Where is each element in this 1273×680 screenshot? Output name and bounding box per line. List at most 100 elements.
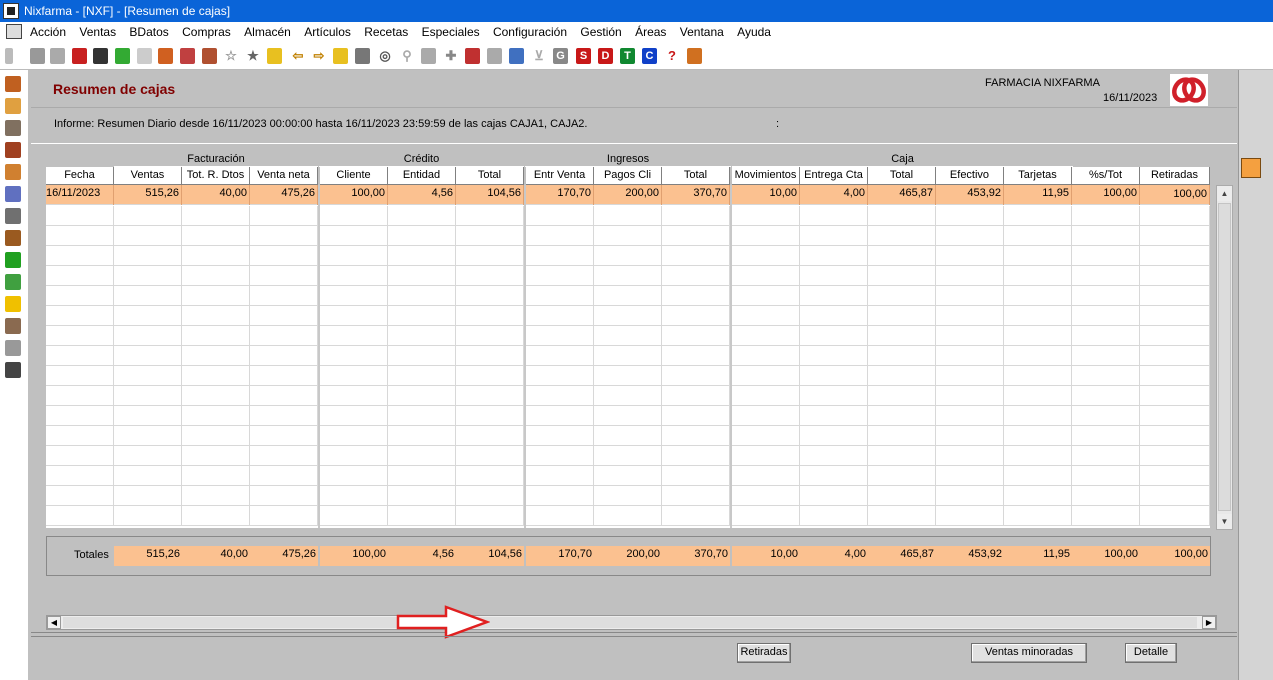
previous-icon[interactable]: ⇦: [290, 48, 306, 64]
table-cell[interactable]: [800, 306, 868, 326]
table-cell[interactable]: [732, 286, 800, 306]
table-cell[interactable]: [182, 226, 250, 246]
table-cell[interactable]: [732, 246, 800, 266]
table-cell[interactable]: [1140, 346, 1210, 366]
tools-icon[interactable]: [5, 208, 21, 224]
d-icon[interactable]: D: [598, 48, 613, 64]
table-cell[interactable]: [662, 206, 730, 226]
table-cell[interactable]: [250, 446, 318, 466]
menu-ayuda[interactable]: Ayuda: [737, 25, 771, 39]
table-cell[interactable]: [868, 406, 936, 426]
table-cell[interactable]: [388, 506, 456, 526]
table-cell[interactable]: [114, 506, 182, 526]
table-cell[interactable]: [1140, 486, 1210, 506]
pill-icon[interactable]: [5, 186, 21, 202]
table-cell[interactable]: [456, 226, 524, 246]
table-cell[interactable]: [388, 206, 456, 226]
s-icon[interactable]: S: [576, 48, 591, 64]
table-cell[interactable]: [250, 326, 318, 346]
table-cell[interactable]: [526, 426, 594, 446]
table-cell[interactable]: [732, 466, 800, 486]
cell-efectivo[interactable]: 453,92: [936, 185, 1004, 205]
col-credito-total[interactable]: Total: [456, 167, 524, 185]
table-cell[interactable]: [250, 206, 318, 226]
table-cell[interactable]: [388, 226, 456, 246]
table-cell[interactable]: [182, 386, 250, 406]
table-cell[interactable]: [114, 226, 182, 246]
table-cell[interactable]: [526, 366, 594, 386]
search-icon[interactable]: ◎: [377, 48, 393, 64]
table-row[interactable]: [46, 506, 1210, 526]
col-ventas[interactable]: Ventas: [114, 167, 182, 185]
table-cell[interactable]: [868, 386, 936, 406]
table-cell[interactable]: [114, 386, 182, 406]
scroll-left-icon[interactable]: ◀: [47, 616, 61, 629]
table-cell[interactable]: [182, 266, 250, 286]
table-cell[interactable]: [1072, 426, 1140, 446]
layers-icon[interactable]: [421, 48, 436, 64]
table-cell[interactable]: [936, 306, 1004, 326]
table-cell[interactable]: [868, 226, 936, 246]
table-row[interactable]: [46, 266, 1210, 286]
table-cell[interactable]: [250, 226, 318, 246]
cell-cliente[interactable]: 100,00: [320, 185, 388, 205]
table-cell[interactable]: [800, 326, 868, 346]
table-cell[interactable]: [182, 486, 250, 506]
table-cell[interactable]: [114, 306, 182, 326]
col-tarjetas[interactable]: Tarjetas: [1004, 167, 1072, 185]
table-cell[interactable]: [732, 306, 800, 326]
export-icon[interactable]: [687, 48, 702, 64]
cell-fecha[interactable]: 16/11/2023: [46, 185, 114, 205]
table-cell[interactable]: [1004, 226, 1072, 246]
table-cell[interactable]: [594, 466, 662, 486]
table-cell[interactable]: [46, 406, 114, 426]
table-cell[interactable]: [800, 466, 868, 486]
menu-gestion[interactable]: Gestión: [580, 25, 621, 39]
table-row[interactable]: [46, 486, 1210, 506]
cash-register-icon[interactable]: [5, 230, 21, 246]
table-cell[interactable]: [46, 426, 114, 446]
pin-icon[interactable]: ⚲: [399, 48, 415, 64]
table-cell[interactable]: [594, 486, 662, 506]
menu-ventas[interactable]: Ventas: [79, 25, 116, 39]
table-cell[interactable]: [1140, 426, 1210, 446]
table-cell[interactable]: [46, 446, 114, 466]
table-cell[interactable]: [662, 366, 730, 386]
table-cell[interactable]: [1072, 226, 1140, 246]
table-cell[interactable]: [1004, 266, 1072, 286]
table-cell[interactable]: [594, 306, 662, 326]
users-icon[interactable]: [5, 340, 21, 356]
table-cell[interactable]: [46, 386, 114, 406]
table-cell[interactable]: [800, 386, 868, 406]
table-cell[interactable]: [320, 206, 388, 226]
table-cell[interactable]: [388, 306, 456, 326]
col-retiradas[interactable]: Retiradas: [1140, 167, 1210, 185]
table-cell[interactable]: [662, 486, 730, 506]
cell-entrega-cta[interactable]: 4,00: [800, 185, 868, 205]
table-cell[interactable]: [1072, 506, 1140, 526]
cell-credito-total[interactable]: 104,56: [456, 185, 524, 205]
user-icon[interactable]: [5, 318, 21, 334]
col-fecha[interactable]: Fecha: [46, 167, 114, 185]
calendar-icon[interactable]: [509, 48, 524, 64]
table-cell[interactable]: [526, 266, 594, 286]
table-cell[interactable]: [46, 246, 114, 266]
table-cell[interactable]: [594, 406, 662, 426]
printer-icon[interactable]: [355, 48, 370, 64]
table-cell[interactable]: [114, 206, 182, 226]
menu-almacen[interactable]: Almacén: [244, 25, 291, 39]
table-cell[interactable]: [320, 426, 388, 446]
sales-icon[interactable]: [5, 76, 21, 92]
close-doc-icon[interactable]: [137, 48, 152, 64]
table-cell[interactable]: [526, 246, 594, 266]
horizontal-scroll-thumb[interactable]: [63, 617, 1197, 628]
warehouse-icon[interactable]: [5, 164, 21, 180]
add-icon[interactable]: ✚: [443, 48, 459, 64]
table-row[interactable]: [46, 446, 1210, 466]
horizontal-scrollbar[interactable]: ◀ ▶: [46, 615, 1217, 630]
col-pct-s-tot[interactable]: %s/Tot: [1072, 167, 1140, 185]
table-cell[interactable]: [46, 286, 114, 306]
table-cell[interactable]: [662, 226, 730, 246]
cell-tot-r-dtos[interactable]: 40,00: [182, 185, 250, 205]
table-cell[interactable]: [526, 486, 594, 506]
